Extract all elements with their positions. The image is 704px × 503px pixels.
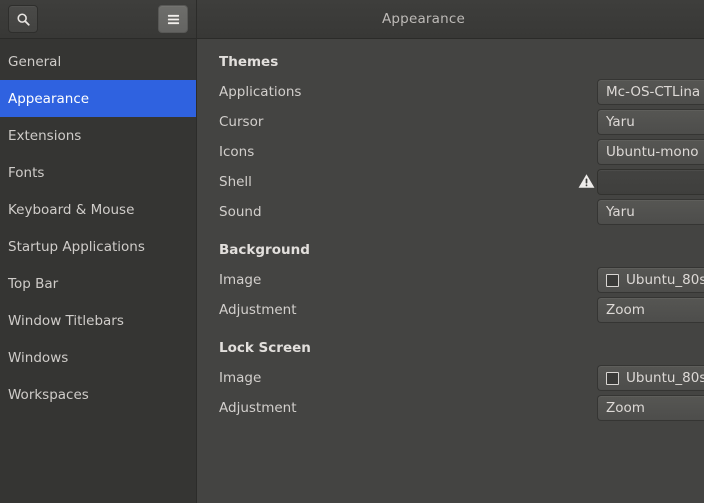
sidebar-item-label: Extensions	[8, 127, 82, 144]
search-icon	[16, 12, 31, 27]
row-control: Mc-OS-CTLina	[597, 79, 704, 105]
section-heading-background: Background	[219, 242, 310, 258]
row-control: Zoom	[597, 395, 704, 421]
row-background-adjustment: Adjustment Zoom	[219, 295, 704, 325]
sidebar: General Appearance Extensions Fonts Keyb…	[0, 39, 197, 503]
dropdown-value: Ubuntu-mono	[606, 144, 699, 160]
row-themes-icons: Icons Ubuntu-mono	[219, 137, 704, 167]
sound-theme-dropdown[interactable]: Yaru	[597, 199, 704, 225]
sidebar-item-label: Windows	[8, 349, 69, 366]
dropdown-value: Ubuntu_80s	[626, 370, 704, 386]
dropdown-value: Zoom	[606, 302, 645, 318]
row-label: Adjustment	[219, 400, 297, 416]
row-themes-cursor: Cursor Yaru	[219, 107, 704, 137]
lock-screen-image-dropdown[interactable]: Ubuntu_80s	[597, 365, 704, 391]
sidebar-item-fonts[interactable]: Fonts	[0, 154, 196, 191]
sidebar-item-startup-applications[interactable]: Startup Applications	[0, 228, 196, 265]
sidebar-item-workspaces[interactable]: Workspaces	[0, 376, 196, 413]
background-lockscreen-spacer	[219, 325, 704, 333]
row-label: Cursor	[219, 114, 264, 130]
row-label: Image	[219, 272, 262, 288]
dropdown-value: Mc-OS-CTLina	[606, 84, 701, 100]
shell-warning-icon[interactable]	[576, 171, 596, 191]
row-label: Applications	[219, 84, 302, 100]
row-control: Yaru	[597, 199, 704, 225]
sidebar-item-label: Startup Applications	[8, 238, 145, 255]
appearance-panel: Themes Applications Mc-OS-CTLina Cursor …	[197, 39, 704, 503]
window-body: General Appearance Extensions Fonts Keyb…	[0, 39, 704, 503]
sidebar-item-appearance[interactable]: Appearance	[0, 80, 196, 117]
sidebar-item-windows[interactable]: Windows	[0, 339, 196, 376]
image-thumbnail-icon	[606, 273, 619, 287]
section-heading-themes: Themes	[219, 54, 279, 70]
sidebar-item-label: Fonts	[8, 164, 45, 181]
row-background-image: Image Ubuntu_80s	[219, 265, 704, 295]
header-bar-content-side: Appearance	[197, 0, 704, 38]
row-control: Ubuntu-mono	[597, 139, 704, 165]
dropdown-value: Yaru	[606, 204, 635, 220]
row-label: Sound	[219, 204, 262, 220]
sidebar-item-label: General	[8, 53, 62, 70]
dropdown-value: Yaru	[606, 114, 635, 130]
background-adjustment-dropdown[interactable]: Zoom	[597, 297, 704, 323]
row-control: Ubuntu_80s	[597, 267, 704, 293]
hamburger-menu-icon	[166, 13, 181, 26]
row-control: Zoom	[597, 297, 704, 323]
themes-background-spacer	[219, 227, 704, 235]
row-label: Image	[219, 370, 262, 386]
lock-screen-adjustment-dropdown[interactable]: Zoom	[597, 395, 704, 421]
page-title: Appearance	[381, 11, 466, 27]
sidebar-item-label: Window Titlebars	[8, 312, 124, 329]
dropdown-value: Ubuntu_80s	[626, 272, 704, 288]
header-bar-sidebar-side	[0, 0, 197, 38]
icons-theme-dropdown[interactable]: Ubuntu-mono	[597, 139, 704, 165]
row-lock-screen-adjustment: Adjustment Zoom	[219, 393, 704, 423]
row-control: Yaru	[597, 109, 704, 135]
section-heading-lock-screen: Lock Screen	[219, 340, 311, 356]
sidebar-item-top-bar[interactable]: Top Bar	[0, 265, 196, 302]
main-menu-button[interactable]	[158, 5, 188, 33]
shell-theme-dropdown[interactable]	[597, 169, 704, 195]
sidebar-item-general[interactable]: General	[0, 43, 196, 80]
row-themes-sound: Sound Yaru	[219, 197, 704, 227]
search-button[interactable]	[8, 5, 38, 33]
applications-theme-dropdown[interactable]: Mc-OS-CTLina	[597, 79, 704, 105]
row-label: Icons	[219, 144, 255, 160]
header-bar: Appearance	[0, 0, 704, 39]
row-lock-screen-image: Image Ubuntu_80s	[219, 363, 704, 393]
row-control: Ubuntu_80s	[597, 365, 704, 391]
sidebar-item-label: Workspaces	[8, 386, 89, 403]
row-themes-shell: Shell	[219, 167, 704, 197]
background-image-dropdown[interactable]: Ubuntu_80s	[597, 267, 704, 293]
image-thumbnail-icon	[606, 371, 619, 385]
sidebar-item-label: Appearance	[8, 90, 90, 107]
sidebar-item-window-titlebars[interactable]: Window Titlebars	[0, 302, 196, 339]
sidebar-item-extensions[interactable]: Extensions	[0, 117, 196, 154]
dropdown-value: Zoom	[606, 400, 645, 416]
gnome-tweaks-window: Appearance General Appearance Extensions…	[0, 0, 704, 503]
cursor-theme-dropdown[interactable]: Yaru	[597, 109, 704, 135]
sidebar-item-label: Top Bar	[8, 275, 59, 292]
sidebar-item-label: Keyboard & Mouse	[8, 201, 135, 218]
row-label: Adjustment	[219, 302, 297, 318]
top-spacer	[219, 39, 704, 47]
row-label: Shell	[219, 174, 252, 190]
row-control	[597, 169, 704, 195]
row-themes-applications: Applications Mc-OS-CTLina	[219, 77, 704, 107]
sidebar-item-keyboard-and-mouse[interactable]: Keyboard & Mouse	[0, 191, 196, 228]
